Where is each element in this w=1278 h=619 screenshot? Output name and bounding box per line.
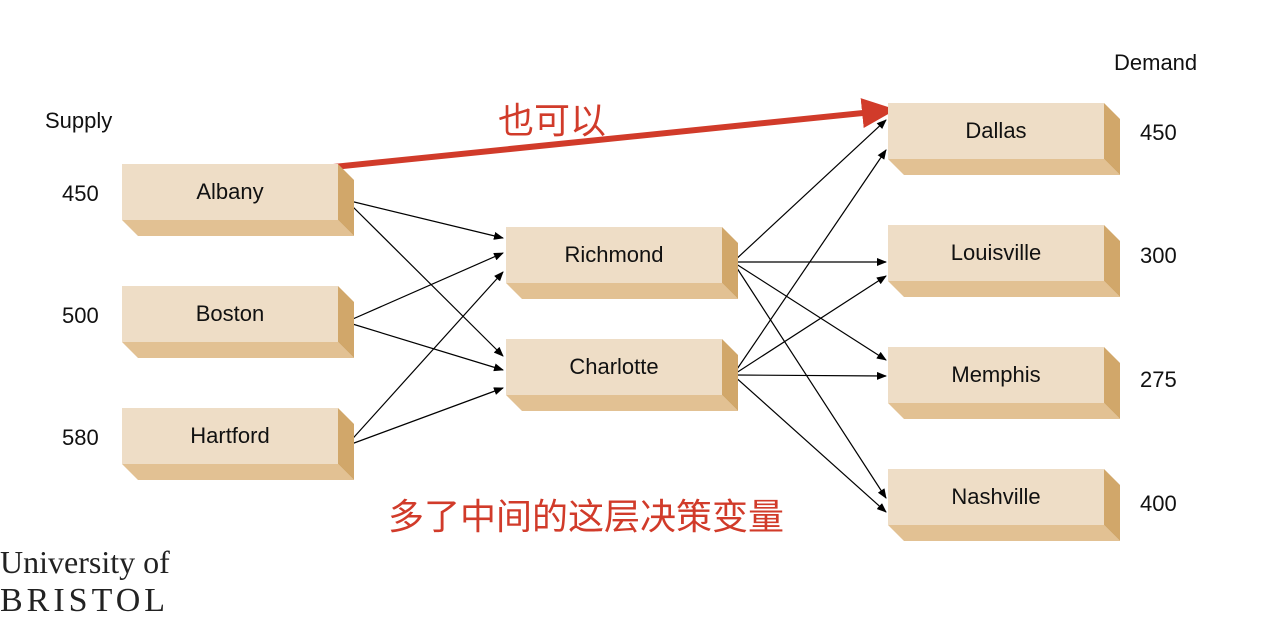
node-label: Dallas: [965, 118, 1027, 143]
node-louisville: Louisville: [888, 225, 1120, 297]
edge-hub-0-dest-0: [732, 119, 887, 263]
edge-hub-1-dest-2: [732, 371, 887, 380]
demand-value-louisville: 300: [1140, 243, 1177, 268]
node-albany: Albany: [122, 164, 354, 236]
edge-source-2-hub-0: [345, 271, 504, 447]
edge-source-0-hub-1: [345, 199, 504, 357]
demand-value-memphis: 275: [1140, 367, 1177, 392]
node-dallas: Dallas: [888, 103, 1120, 175]
supply-header: Supply: [45, 108, 113, 133]
edge-source-2-hub-1: [345, 387, 504, 447]
node-label: Richmond: [564, 242, 664, 267]
node-label: Louisville: [950, 240, 1042, 265]
demand-header: Demand: [1114, 50, 1198, 75]
supply-value-boston: 500: [62, 303, 99, 328]
node-label: Nashville: [951, 484, 1041, 509]
edge-hub-0-dest-3: [732, 261, 887, 499]
node-label: Hartford: [190, 423, 270, 448]
edge-source-1-hub-0: [345, 252, 504, 323]
edge-source-1-hub-1: [345, 321, 504, 372]
demand-value-nashville: 400: [1140, 491, 1177, 516]
node-nashville: Nashville: [888, 469, 1120, 541]
node-charlotte: Charlotte: [506, 339, 738, 411]
node-label: Boston: [195, 301, 265, 326]
node-label: Charlotte: [569, 354, 659, 379]
university-logo-line1: University of: [0, 544, 170, 580]
edge-hub-1-dest-1: [732, 275, 887, 376]
edge-source-0-hub-0: [345, 199, 504, 240]
node-hartford: Hartford: [122, 408, 354, 480]
node-memphis: Memphis: [888, 347, 1120, 419]
supply-value-hartford: 580: [62, 425, 99, 450]
node-richmond: Richmond: [506, 227, 738, 299]
node-boston: Boston: [122, 286, 354, 358]
university-logo-line2: BRISTOL: [0, 582, 170, 619]
node-label: Albany: [196, 179, 264, 204]
annotation-direct-arrow: 也可以: [498, 101, 607, 142]
supply-value-albany: 450: [62, 181, 99, 206]
demand-value-dallas: 450: [1140, 120, 1177, 145]
annotation-middle-layer: 多了中间的这层决策变量: [388, 497, 785, 538]
node-label: Memphis: [951, 362, 1041, 387]
edge-hub-0-dest-2: [732, 261, 887, 361]
